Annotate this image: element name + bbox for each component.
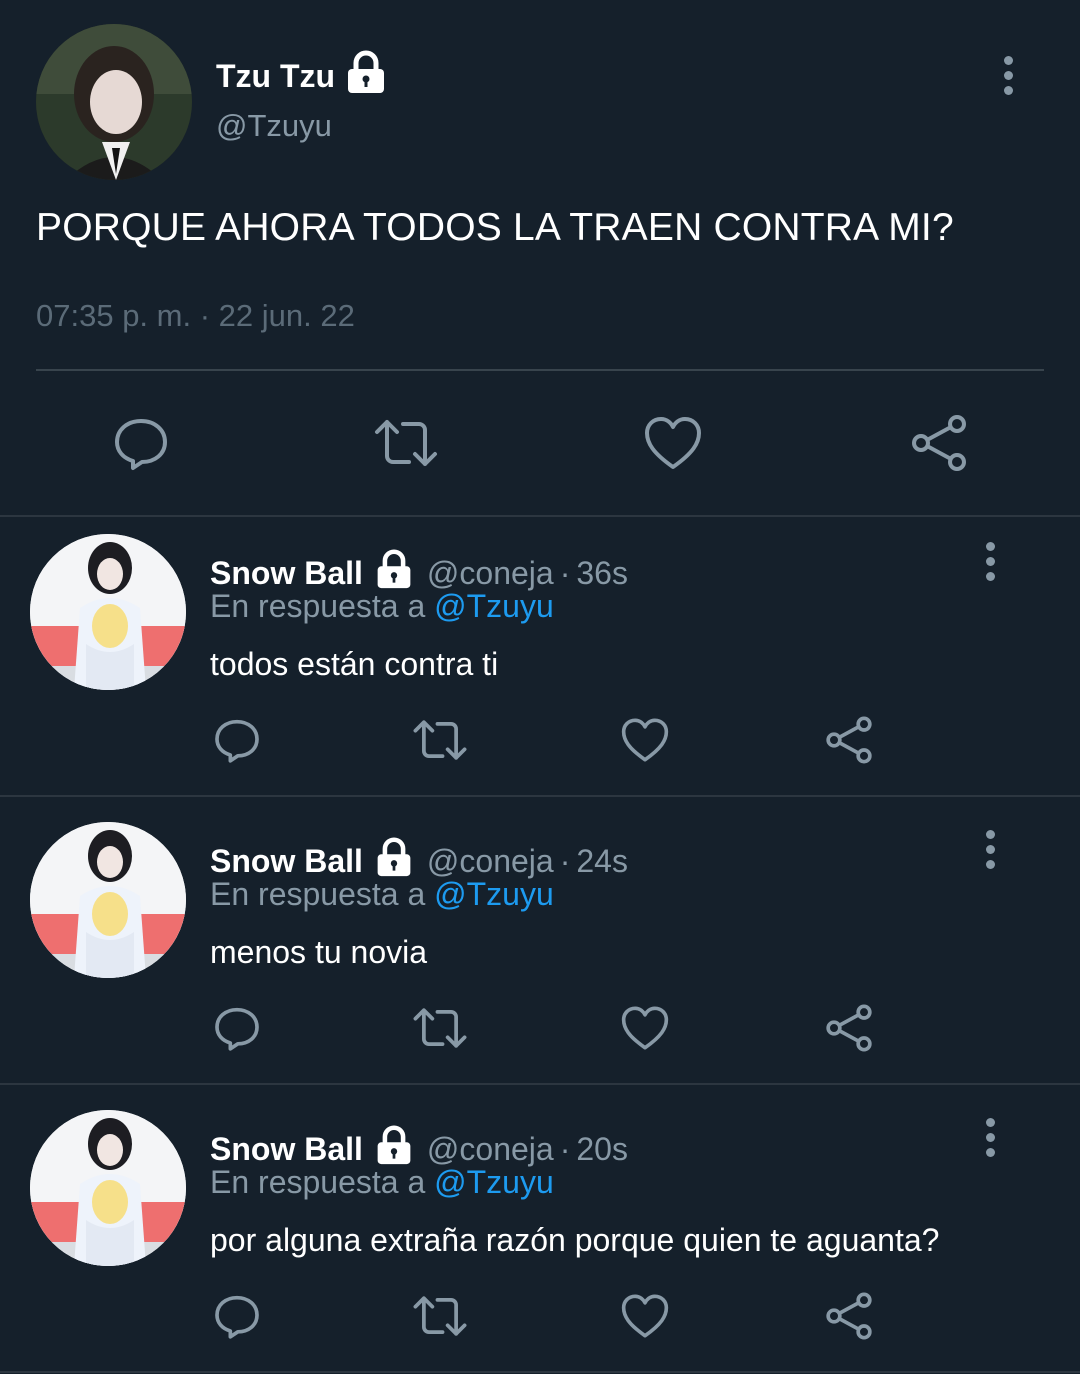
display-name[interactable]: Snow Ball bbox=[210, 555, 363, 592]
user-handle[interactable]: @coneja bbox=[427, 555, 554, 592]
display-name[interactable]: Snow Ball bbox=[210, 1131, 363, 1168]
retweet-icon[interactable] bbox=[373, 410, 439, 476]
in-reply-to: En respuesta a @Tzuyu bbox=[210, 588, 554, 625]
reply-icon[interactable] bbox=[209, 1288, 265, 1344]
reply-prefix: En respuesta a bbox=[210, 588, 426, 624]
user-handle[interactable]: @Tzuyu bbox=[216, 108, 332, 144]
like-icon[interactable] bbox=[617, 712, 673, 768]
reply-prefix: En respuesta a bbox=[210, 876, 426, 912]
display-name-text: Tzu Tzu bbox=[216, 57, 336, 94]
reply-tweet[interactable]: Snow Ball @coneja · 36s En respuesta a @… bbox=[0, 516, 1080, 804]
main-tweet: Tzu Tzu @Tzuyu PORQUE AHORA TODOS LA TRA… bbox=[0, 0, 1080, 516]
divider bbox=[0, 795, 1080, 797]
mention-link[interactable]: @Tzuyu bbox=[434, 876, 554, 912]
user-handle[interactable]: @coneja bbox=[427, 1131, 554, 1168]
in-reply-to: En respuesta a @Tzuyu bbox=[210, 1164, 554, 1201]
retweet-icon[interactable] bbox=[412, 712, 468, 768]
separator: · bbox=[559, 554, 571, 591]
tweet-actions bbox=[0, 1000, 1080, 1056]
reply-icon[interactable] bbox=[209, 1000, 265, 1056]
share-icon[interactable] bbox=[821, 1000, 877, 1056]
more-options-icon[interactable] bbox=[986, 542, 995, 581]
in-reply-to: En respuesta a @Tzuyu bbox=[210, 876, 554, 913]
more-options-icon[interactable] bbox=[986, 1118, 995, 1157]
tweet-actions bbox=[0, 410, 1080, 476]
display-name[interactable]: Snow Ball bbox=[210, 843, 363, 880]
tweet-timestamp[interactable]: 07:35 p. m. · 22 jun. 22 bbox=[36, 298, 355, 334]
mention-link[interactable]: @Tzuyu bbox=[434, 588, 554, 624]
tweet-text: PORQUE AHORA TODOS LA TRAEN CONTRA MI? bbox=[36, 206, 954, 249]
avatar[interactable] bbox=[30, 822, 186, 978]
reply-icon[interactable] bbox=[209, 712, 265, 768]
like-icon[interactable] bbox=[617, 1288, 673, 1344]
tweet-actions bbox=[0, 1288, 1080, 1344]
tweet-text: menos tu novia bbox=[210, 934, 428, 970]
reply-time[interactable]: 20s bbox=[576, 1131, 628, 1168]
avatar[interactable] bbox=[30, 1110, 186, 1266]
display-name[interactable]: Tzu Tzu bbox=[216, 50, 387, 102]
mention-link[interactable]: @Tzuyu bbox=[434, 1164, 554, 1200]
user-handle[interactable]: @coneja bbox=[427, 843, 554, 880]
share-icon[interactable] bbox=[906, 410, 972, 476]
share-icon[interactable] bbox=[821, 1288, 877, 1344]
reply-time[interactable]: 24s bbox=[576, 843, 628, 880]
retweet-icon[interactable] bbox=[412, 1000, 468, 1056]
divider bbox=[36, 369, 1044, 371]
tweet-actions bbox=[0, 712, 1080, 768]
separator: · bbox=[559, 1130, 571, 1167]
reply-prefix: En respuesta a bbox=[210, 1164, 426, 1200]
more-options-icon[interactable] bbox=[1004, 56, 1013, 95]
reply-time[interactable]: 36s bbox=[576, 555, 628, 592]
like-icon[interactable] bbox=[617, 1000, 673, 1056]
divider bbox=[0, 1371, 1080, 1373]
tweet-text: todos están contra ti bbox=[210, 646, 499, 682]
more-options-icon[interactable] bbox=[986, 830, 995, 869]
avatar[interactable] bbox=[36, 24, 192, 180]
tweet-thread-screen: Tzu Tzu @Tzuyu PORQUE AHORA TODOS LA TRA… bbox=[0, 0, 1080, 1374]
like-icon[interactable] bbox=[640, 410, 706, 476]
tweet-text: por alguna extraña razón porque quien te… bbox=[210, 1222, 940, 1258]
divider bbox=[0, 1083, 1080, 1085]
separator: · bbox=[559, 842, 571, 879]
share-icon[interactable] bbox=[821, 712, 877, 768]
reply-tweet[interactable]: Snow Ball @coneja · 20s En respuesta a @… bbox=[0, 1092, 1080, 1374]
avatar[interactable] bbox=[30, 534, 186, 690]
reply-icon[interactable] bbox=[108, 410, 174, 476]
retweet-icon[interactable] bbox=[412, 1288, 468, 1344]
lock-icon bbox=[345, 50, 387, 102]
reply-tweet[interactable]: Snow Ball @coneja · 24s En respuesta a @… bbox=[0, 804, 1080, 1092]
